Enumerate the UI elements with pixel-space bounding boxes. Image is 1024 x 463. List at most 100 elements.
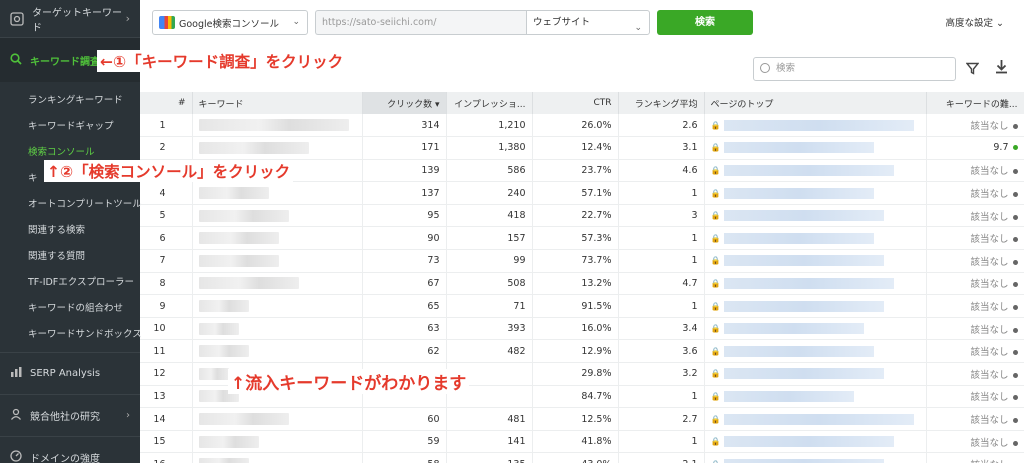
- cell-difficulty: 9.7: [926, 136, 1024, 160]
- col-header-clicks[interactable]: クリック数 ▾: [362, 92, 447, 114]
- sidebar-item-target-keywords[interactable]: ターゲットキーワード ›: [0, 0, 140, 38]
- difficulty-dot-icon: [1012, 305, 1018, 311]
- difficulty-value: 該当なし: [970, 256, 1009, 268]
- chevron-right-icon: ›: [125, 12, 130, 25]
- cell-ctr: 91.5%: [532, 294, 619, 318]
- sidebar-item-keyword-sandbox[interactable]: キーワードサンドボックス: [0, 320, 142, 346]
- cell-keyword[interactable]: [192, 407, 363, 431]
- annotation-step2: ↑②「検索コンソール」をクリック: [44, 160, 294, 182]
- sidebar-item-autocomplete[interactable]: オートコンプリートツール: [0, 190, 142, 216]
- cell-ctr: 57.3%: [532, 226, 619, 251]
- cell-keyword[interactable]: [192, 136, 363, 160]
- cell-keyword[interactable]: [192, 249, 363, 273]
- table-row[interactable]: 15 59 141 41.8% 1 🔒 該当なし: [140, 430, 1024, 454]
- table-row[interactable]: 4 137 240 57.1% 1 🔒 該当なし: [140, 181, 1024, 205]
- sidebar-item-tfidf[interactable]: TF-IDFエクスプローラー: [0, 268, 140, 294]
- cell-index: 8: [140, 272, 193, 296]
- sidebar-item-ranking-keywords[interactable]: ランキングキーワード: [0, 86, 140, 112]
- cell-top-page[interactable]: 🔒: [704, 430, 927, 454]
- table-row[interactable]: 11 62 482 12.9% 3.6 🔒 該当なし: [140, 339, 1024, 364]
- search-button[interactable]: 検索: [657, 10, 753, 35]
- cell-top-page[interactable]: 🔒: [704, 452, 927, 463]
- cell-top-page[interactable]: 🔒: [704, 272, 927, 296]
- table-row[interactable]: 1 314 1,210 26.0% 2.6 🔒 該当なし: [140, 114, 1024, 138]
- url-input[interactable]: https://sato-seiichi.com/: [315, 10, 527, 35]
- cell-keyword[interactable]: [192, 181, 363, 205]
- col-header-rank[interactable]: ランキング平均: [618, 92, 705, 114]
- cell-rank: 2.7: [618, 407, 705, 431]
- lock-icon: 🔒: [710, 278, 721, 288]
- cell-top-page[interactable]: 🔒: [704, 204, 927, 228]
- cell-keyword[interactable]: [192, 294, 363, 318]
- cell-rank: 2.6: [618, 114, 705, 138]
- cell-top-page[interactable]: 🔒: [704, 362, 927, 386]
- cell-keyword[interactable]: [192, 452, 363, 463]
- search-icon: [10, 52, 22, 68]
- col-header-top-page[interactable]: ページのトップ: [704, 92, 927, 114]
- col-header-keyword[interactable]: キーワード: [192, 92, 363, 114]
- lock-icon: 🔒: [710, 143, 721, 153]
- cell-top-page[interactable]: 🔒: [704, 249, 927, 273]
- sidebar-item-related-questions[interactable]: 関連する質問: [0, 242, 140, 268]
- table-row[interactable]: 5 95 418 22.7% 3 🔒 該当なし: [140, 204, 1024, 228]
- difficulty-value: 該当なし: [970, 324, 1009, 336]
- lock-icon: 🔒: [710, 233, 721, 243]
- blurred-keyword: [198, 458, 249, 463]
- sidebar-item-related-searches[interactable]: 関連する検索: [0, 216, 140, 242]
- col-header-difficulty[interactable]: キーワードの難...: [926, 92, 1024, 114]
- sidebar-item-keyword-combos[interactable]: キーワードの組合わせ: [0, 294, 140, 320]
- table-row[interactable]: 9 65 71 91.5% 1 🔒 該当なし: [140, 294, 1024, 318]
- table-row[interactable]: 6 90 157 57.3% 1 🔒 該当なし: [140, 226, 1024, 251]
- difficulty-dot-icon: [1012, 372, 1018, 378]
- cell-keyword[interactable]: [192, 317, 363, 341]
- table-search-input[interactable]: 検索: [753, 57, 956, 81]
- cell-top-page[interactable]: 🔒: [704, 181, 927, 205]
- difficulty-value: 該当なし: [970, 234, 1009, 246]
- filter-icon[interactable]: [965, 62, 980, 79]
- cell-keyword[interactable]: [192, 430, 363, 454]
- cell-top-page[interactable]: 🔒: [704, 339, 927, 364]
- cell-index: 12: [140, 362, 193, 386]
- cell-rank: 1: [618, 294, 705, 318]
- cell-top-page[interactable]: 🔒: [704, 407, 927, 431]
- blurred-keyword: [198, 277, 299, 290]
- cell-ctr: 16.0%: [532, 317, 619, 341]
- sidebar-item-competitor-research[interactable]: 競合他社の研究 ›: [0, 394, 140, 436]
- cell-impressions: 135: [446, 452, 533, 463]
- cell-top-page[interactable]: 🔒: [704, 159, 927, 183]
- sidebar-item-keyword-gap[interactable]: キーワードギャップ: [0, 112, 140, 138]
- cell-impressions: 99: [446, 249, 533, 273]
- advanced-settings[interactable]: 高度な設定 ⌄: [945, 15, 1004, 29]
- cell-clicks: 62: [362, 339, 447, 364]
- cell-ctr: 73.7%: [532, 249, 619, 273]
- col-header-impressions[interactable]: インプレッショ...: [446, 92, 533, 114]
- lock-icon: 🔒: [710, 346, 721, 356]
- cell-top-page[interactable]: 🔒: [704, 385, 927, 409]
- download-icon[interactable]: [995, 59, 1008, 78]
- cell-top-page[interactable]: 🔒: [704, 136, 927, 160]
- table-row[interactable]: 14 60 481 12.5% 2.7 🔒 該当なし: [140, 407, 1024, 431]
- sidebar-item-serp-analysis[interactable]: SERP Analysis: [0, 352, 140, 394]
- cell-keyword[interactable]: [192, 114, 363, 138]
- cell-keyword[interactable]: [192, 339, 363, 364]
- table-row[interactable]: 2 171 1,380 12.4% 3.1 🔒 9.7: [140, 136, 1024, 160]
- cell-top-page[interactable]: 🔒: [704, 226, 927, 251]
- source-select-value: Google検索コンソール: [179, 18, 280, 30]
- sidebar-item-domain-strength[interactable]: ドメインの強度: [0, 436, 140, 463]
- table-row[interactable]: 10 63 393 16.0% 3.4 🔒 該当なし: [140, 317, 1024, 341]
- cell-top-page[interactable]: 🔒: [704, 114, 927, 138]
- cell-keyword[interactable]: [192, 226, 363, 251]
- source-select[interactable]: Google検索コンソール ⌄: [152, 10, 308, 35]
- table-row[interactable]: 8 67 508 13.2% 4.7 🔒 該当なし: [140, 272, 1024, 296]
- cell-top-page[interactable]: 🔒: [704, 294, 927, 318]
- scope-select[interactable]: ウェブサイト ⌄: [526, 10, 650, 35]
- cell-impressions: 508: [446, 272, 533, 296]
- cell-keyword[interactable]: [192, 272, 363, 296]
- col-header-ctr[interactable]: CTR: [532, 92, 619, 114]
- cell-keyword[interactable]: [192, 204, 363, 228]
- table-row[interactable]: 7 73 99 73.7% 1 🔒 該当なし: [140, 249, 1024, 273]
- cell-top-page[interactable]: 🔒: [704, 317, 927, 341]
- table-row[interactable]: 16 5813543.0%2.1🔒該当なし: [140, 452, 1024, 463]
- difficulty-dot-icon: [1012, 282, 1018, 288]
- cell-ctr: 13.2%: [532, 272, 619, 296]
